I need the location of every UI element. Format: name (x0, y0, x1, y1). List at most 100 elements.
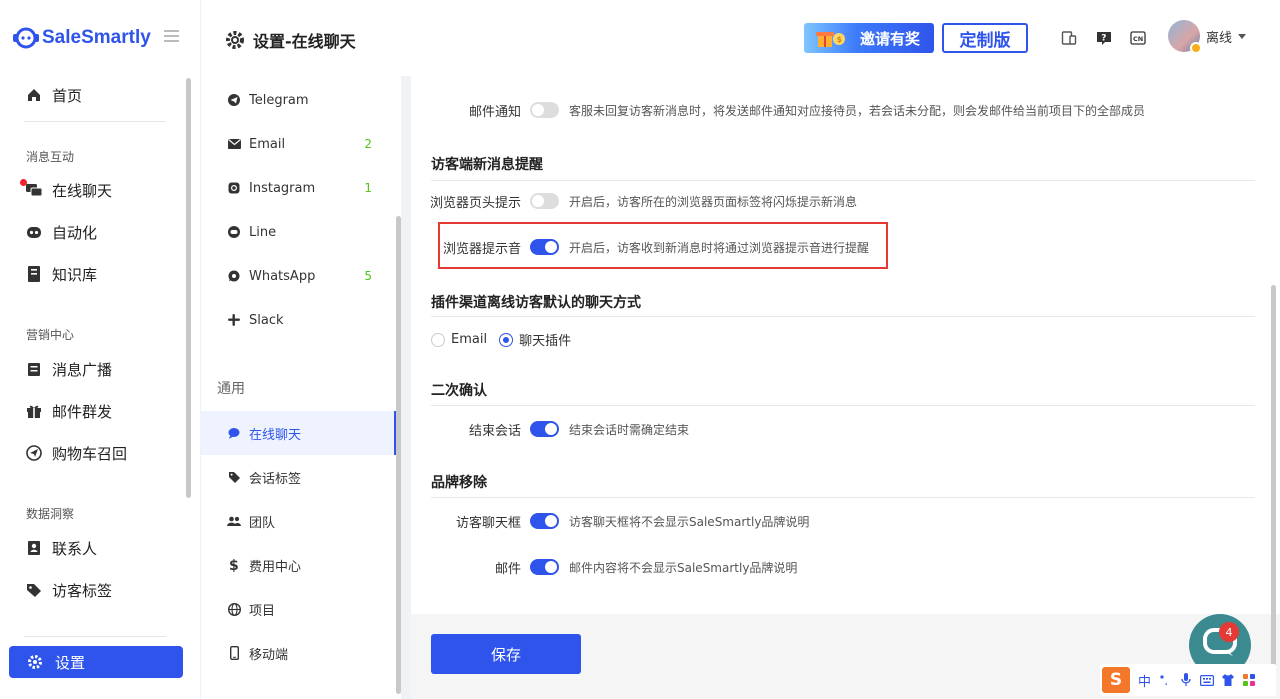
user-menu[interactable]: 离线 (1168, 20, 1247, 54)
nav-section-marketing: 营销中心 (26, 328, 75, 342)
menu-toggle-icon[interactable] (164, 30, 179, 42)
nav-live-chat[interactable]: 在线聊天 (24, 179, 112, 201)
radio-email-label[interactable]: Email (451, 332, 487, 347)
radio-chat-plugin[interactable] (499, 332, 514, 347)
end-chat-toggle[interactable] (530, 421, 559, 437)
send-icon (24, 443, 44, 463)
ime-mode[interactable]: 中 (1138, 671, 1151, 690)
browser-sound-label: 浏览器提示音 (442, 241, 521, 257)
submenu-item-chat-tags[interactable]: 会话标签 (201, 455, 396, 499)
nav-cart-recovery[interactable]: 购物车召回 (24, 442, 127, 464)
email-notify-toggle[interactable] (530, 102, 559, 118)
nav-mass-email[interactable]: 邮件群发 (24, 400, 112, 422)
settings-submenu: Telegram Email 2 Instagram 1 Line WhatsA… (201, 66, 401, 699)
submenu-item-live-chat[interactable]: 在线聊天 (201, 411, 396, 455)
instagram-icon (227, 181, 241, 195)
submenu-scrollbar[interactable] (396, 216, 401, 694)
nav-contacts-label: 联系人 (52, 539, 98, 558)
submenu-item-project[interactable]: 项目 (201, 587, 396, 631)
submenu-item-mobile[interactable]: 移动端 (201, 631, 396, 675)
robot-icon (24, 222, 44, 242)
nav-settings-label: 设置 (55, 653, 86, 672)
logo-icon (12, 26, 40, 50)
nav-cart-recovery-label: 购物车召回 (52, 444, 128, 463)
broadcast-icon (24, 359, 44, 379)
radio-chat-plugin-label[interactable]: 聊天插件 (519, 330, 571, 349)
microphone-icon[interactable] (1179, 673, 1193, 687)
end-chat-desc: 结束会话时需确定结束 (569, 422, 690, 437)
submenu-item-label: 项目 (249, 603, 276, 619)
nav-visitor-tags-label: 访客标签 (52, 581, 113, 600)
chevron-down-icon (1238, 33, 1247, 39)
line-icon (227, 225, 241, 239)
browser-sound-desc: 开启后，访客收到新消息时将通过浏览器提示音进行提醒 (569, 240, 870, 255)
submenu-item-instagram[interactable]: Instagram 1 (201, 166, 396, 210)
nav-divider (24, 636, 166, 637)
mail-brand-toggle[interactable] (530, 559, 559, 575)
submenu-item-label: 会话标签 (249, 471, 302, 487)
visitor-box-toggle[interactable] (530, 513, 559, 529)
ime-toolbar[interactable]: S 中 (1100, 664, 1276, 696)
skin-shirt-icon[interactable] (1221, 673, 1235, 687)
nav-section-data: 数据洞察 (26, 507, 75, 521)
email-notify-label: 邮件通知 (468, 104, 521, 120)
devices-icon[interactable] (1060, 29, 1078, 47)
radio-email[interactable] (431, 332, 445, 347)
submenu-item-email[interactable]: Email 2 (201, 122, 396, 166)
nav-home[interactable]: 首页 (24, 84, 82, 106)
browser-tab-label: 浏览器页头提示 (429, 195, 521, 211)
svg-text:?: ? (1101, 34, 1106, 44)
content-scrollbar[interactable] (1271, 285, 1276, 685)
browser-tab-toggle[interactable] (530, 193, 559, 209)
svg-text:$: $ (229, 558, 239, 572)
keyboard-icon[interactable] (1200, 673, 1215, 687)
nav-mass-email-label: 邮件群发 (52, 402, 113, 421)
submenu-item-whatsapp[interactable]: WhatsApp 5 (201, 254, 396, 298)
left-nav-scrollbar[interactable] (186, 78, 191, 498)
gear-icon (225, 30, 245, 50)
nav-home-label: 首页 (52, 86, 83, 105)
nav-contacts[interactable]: 联系人 (24, 537, 97, 559)
avatar (1168, 20, 1202, 54)
mobile-icon (227, 646, 241, 660)
apps-grid-icon[interactable] (1242, 673, 1256, 687)
submenu-item-slack[interactable]: Slack (201, 298, 396, 342)
save-button[interactable]: 保存 (431, 634, 581, 674)
submenu-item-team[interactable]: 团队 (201, 499, 396, 543)
invite-reward-button[interactable]: $ 邀请有奖 (804, 23, 934, 53)
submenu-item-line[interactable]: Line (201, 210, 396, 254)
gear-icon (25, 652, 45, 672)
section-divider (431, 405, 1255, 406)
globe-icon (227, 602, 241, 616)
submenu-item-label: 费用中心 (249, 559, 302, 575)
book-icon (24, 264, 44, 284)
visitor-box-row: 访客聊天框 访客聊天框将不会显示SaleSmartly品牌说明 (411, 511, 809, 531)
svg-text:CN: CN (1133, 35, 1143, 43)
top-header: 设置-在线聊天 $ 邀请有奖 定制版 ? CN 离线 (201, 0, 1280, 76)
nav-broadcast-label: 消息广播 (52, 360, 113, 379)
submenu-item-label: Email (249, 136, 286, 152)
offline-method-radio-group: Email 聊天插件 (431, 330, 571, 349)
submenu-item-billing[interactable]: $ 费用中心 (201, 543, 396, 587)
sogou-logo[interactable]: S (1102, 667, 1130, 693)
logo[interactable]: SaleSmartly (12, 24, 151, 52)
browser-tab-row: 浏览器页头提示 开启后，访客所在的浏览器页面标签将闪烁提示新消息 (411, 191, 857, 211)
unread-count: 5 (364, 269, 372, 283)
nav-visitor-tags[interactable]: 访客标签 (24, 579, 112, 601)
status-badge (1190, 42, 1202, 54)
browser-sound-toggle[interactable] (530, 239, 559, 255)
invite-reward-label: 邀请有奖 (859, 29, 920, 48)
nav-knowledge[interactable]: 知识库 (24, 263, 97, 285)
punctuation-icon[interactable] (1158, 673, 1172, 687)
submenu-item-telegram[interactable]: Telegram (201, 78, 396, 122)
help-icon[interactable]: ? (1095, 29, 1113, 47)
custom-edition-button[interactable]: 定制版 (942, 23, 1028, 53)
home-icon (24, 85, 44, 105)
browser-sound-row: 浏览器提示音 开启后，访客收到新消息时将通过浏览器提示音进行提醒 (411, 237, 869, 257)
language-icon[interactable]: CN (1129, 29, 1147, 47)
nav-broadcast[interactable]: 消息广播 (24, 358, 112, 380)
dollar-icon: $ (227, 558, 241, 572)
nav-settings[interactable]: 设置 (9, 646, 183, 678)
nav-automation[interactable]: 自动化 (24, 221, 97, 243)
plugin-offline-section-title: 插件渠道离线访客默认的聊天方式 (431, 295, 641, 311)
